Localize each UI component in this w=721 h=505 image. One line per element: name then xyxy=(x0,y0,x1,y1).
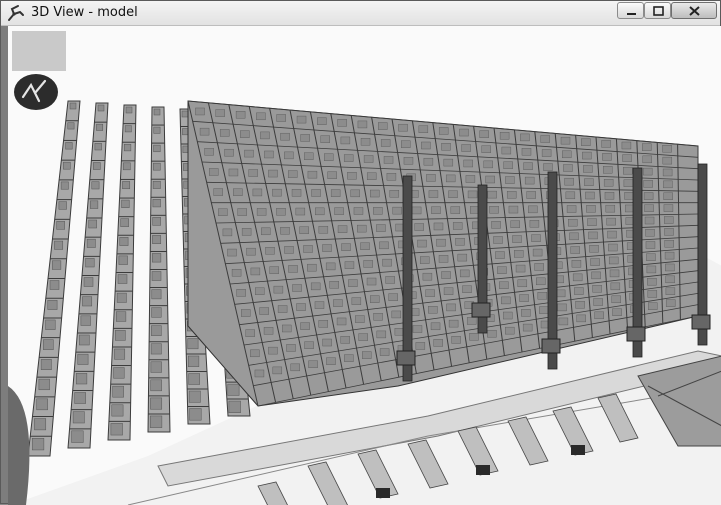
navigation-logo-icon[interactable] xyxy=(13,73,59,111)
minimize-icon xyxy=(627,13,636,15)
title-bar[interactable]: 3D View - model xyxy=(1,1,720,26)
maximize-icon xyxy=(653,6,664,16)
maximize-button[interactable] xyxy=(644,2,671,19)
minimize-button[interactable] xyxy=(617,2,644,19)
left-wall xyxy=(8,386,30,505)
window-title: 3D View - model xyxy=(31,5,138,20)
rack-row xyxy=(147,106,171,433)
3d-viewport[interactable] xyxy=(8,26,721,505)
rack-row xyxy=(107,104,137,441)
app-window: 3D View - model xyxy=(0,0,721,505)
warehouse-scene[interactable] xyxy=(8,26,721,505)
close-icon xyxy=(689,6,700,16)
close-button[interactable] xyxy=(671,2,717,19)
view-swatch[interactable] xyxy=(12,31,66,71)
robot-arm-icon xyxy=(8,5,24,21)
